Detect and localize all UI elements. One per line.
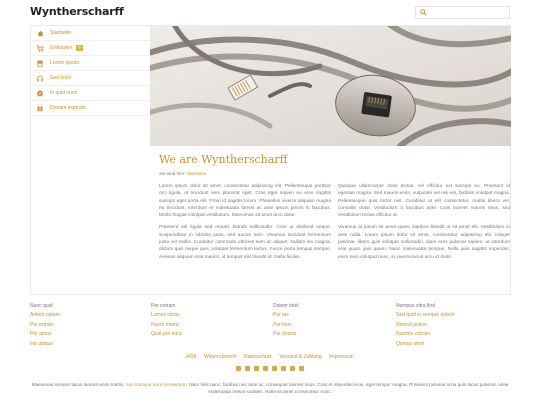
- sidebar-item-label: Startseite: [50, 30, 72, 36]
- compass-icon: [36, 90, 44, 97]
- footer-link[interactable]: Quid pro nunc: [151, 330, 261, 340]
- copy-suffix: Nam felis nunc, facilisis nec ante ac, c…: [189, 382, 509, 394]
- legal-link-agb[interactable]: AGB: [186, 354, 197, 360]
- paragraph: Vivamus at ipsum sit amet quam dapibus b…: [338, 225, 510, 260]
- legal-link-datenschutz[interactable]: Datenschutz: [244, 354, 272, 360]
- footer-heading: Dotem totel: [273, 303, 299, 309]
- footer-column: Nunc quid Antem optam Per ertram Per amo…: [30, 303, 140, 349]
- footer-copy-text: Maecenas semper lacus laoreet enim matti…: [30, 381, 510, 395]
- social-icons: [0, 366, 540, 371]
- legal-link-widerrufsrecht[interactable]: Widerrufsrecht: [204, 354, 237, 360]
- pinterest-icon[interactable]: [299, 366, 304, 371]
- footer-column: Numpus vitra find Sed quid in semper opt…: [396, 303, 506, 349]
- sidebar-item-label: Lorem ipsum: [50, 60, 79, 66]
- store-icon: [36, 60, 44, 67]
- footer-link[interactable]: Per item: [273, 321, 383, 331]
- cart-count-badge: 0: [76, 45, 83, 51]
- xing-icon[interactable]: [272, 366, 277, 371]
- footer-column: Per extram Lomos intras Nunto metra Quid…: [151, 303, 261, 340]
- cart-icon: [36, 44, 44, 52]
- footer-link[interactable]: Quntas olem: [396, 340, 506, 350]
- sidebar-item-lorem-ipsum[interactable]: Lorem ipsum: [31, 56, 150, 71]
- footer-heading: Numpus vitra find: [396, 303, 435, 309]
- footer-link[interactable]: Init ubique: [30, 340, 140, 350]
- legal-link-impressum[interactable]: Impressum: [329, 354, 354, 360]
- footer-link[interactable]: Per amos: [30, 330, 140, 340]
- content-frame: Startseite Einkaufen 0 Lorem ipsum Sed d…: [30, 25, 511, 295]
- footer-link[interactable]: Antem optam: [30, 311, 140, 321]
- header: Wyntherscharff: [0, 0, 540, 26]
- copy-prefix: Maecenas semper lacus laoreet enim matti…: [31, 382, 125, 387]
- footer-column: Dotem totel Per tas Per item Per dramo: [273, 303, 383, 340]
- facebook-icon[interactable]: [245, 366, 250, 371]
- rss-icon[interactable]: [236, 366, 241, 371]
- sidebar-item-label: Dotram exptram: [50, 105, 86, 111]
- content-column-right: Quisque ullamcorper dolor lectus, vel ef…: [338, 183, 510, 266]
- gift-icon: [36, 105, 44, 112]
- content-column-left: Lorem ipsum dolor sit amet, consectetur …: [159, 183, 331, 266]
- breadcrumb: Sie sind hier: Startseite: [159, 171, 206, 176]
- footer-link[interactable]: Lomos intras: [151, 311, 261, 321]
- sidebar-item-dotram-exptram[interactable]: Dotram exptram: [31, 101, 150, 116]
- search-input[interactable]: [415, 6, 510, 19]
- sidebar-nav: Startseite Einkaufen 0 Lorem ipsum Sed d…: [31, 26, 150, 134]
- sidebar-item-startseite[interactable]: Startseite: [31, 26, 150, 41]
- paragraph: Quisque ullamcorper dolor lectus, vel ef…: [338, 184, 510, 219]
- footer-link[interactable]: Per ertram: [30, 321, 140, 331]
- breadcrumb-link-startseite[interactable]: Startseite: [187, 171, 206, 176]
- footer-heading: Nunc quid: [30, 303, 53, 309]
- sidebar-item-einkaufen[interactable]: Einkaufen 0: [31, 41, 150, 56]
- footer-link[interactable]: Sed quid in semper optem: [396, 311, 506, 321]
- footer-link[interactable]: Per tas: [273, 311, 383, 321]
- page-title: We are Wyntherscharff: [159, 153, 288, 166]
- linkedin-icon[interactable]: [263, 366, 268, 371]
- copy-link[interactable]: non tristique nunc fermentum.: [126, 382, 188, 387]
- footer-link[interactable]: Nonedi polem: [396, 321, 506, 331]
- youtube-icon[interactable]: [290, 366, 295, 371]
- email-icon[interactable]: [281, 366, 286, 371]
- search-icon[interactable]: [420, 9, 427, 16]
- home-icon: [36, 30, 44, 37]
- hero-image: [150, 26, 511, 146]
- sidebar-item-label: In quid nunc: [50, 90, 78, 96]
- footer-link[interactable]: Nunto metra: [151, 321, 261, 331]
- legal-link-versand[interactable]: Versand & Zahlung: [279, 354, 322, 360]
- breadcrumb-prefix: Sie sind hier:: [159, 171, 186, 176]
- site-logo[interactable]: Wyntherscharff: [30, 5, 124, 18]
- footer-link[interactable]: Per dramo: [273, 330, 383, 340]
- sidebar-item-in-quid-nunc[interactable]: In quid nunc: [31, 86, 150, 101]
- legal-links: AGB Widerrufsrecht Datenschutz Versand &…: [0, 354, 540, 360]
- paragraph: Lorem ipsum dolor sit amet, consectetur …: [159, 184, 331, 219]
- sidebar-item-sed-dolor[interactable]: Sed dolor: [31, 71, 150, 86]
- headset-icon: [36, 75, 44, 82]
- twitter-icon[interactable]: [254, 366, 259, 371]
- footer-heading: Per extram: [151, 303, 176, 309]
- footer-link[interactable]: Nummo extram: [396, 330, 506, 340]
- sidebar-item-label: Einkaufen: [50, 45, 73, 51]
- sidebar-item-label: Sed dolor: [50, 75, 72, 81]
- paragraph: Praesent vel ligula sed mauris blandit s…: [159, 225, 331, 260]
